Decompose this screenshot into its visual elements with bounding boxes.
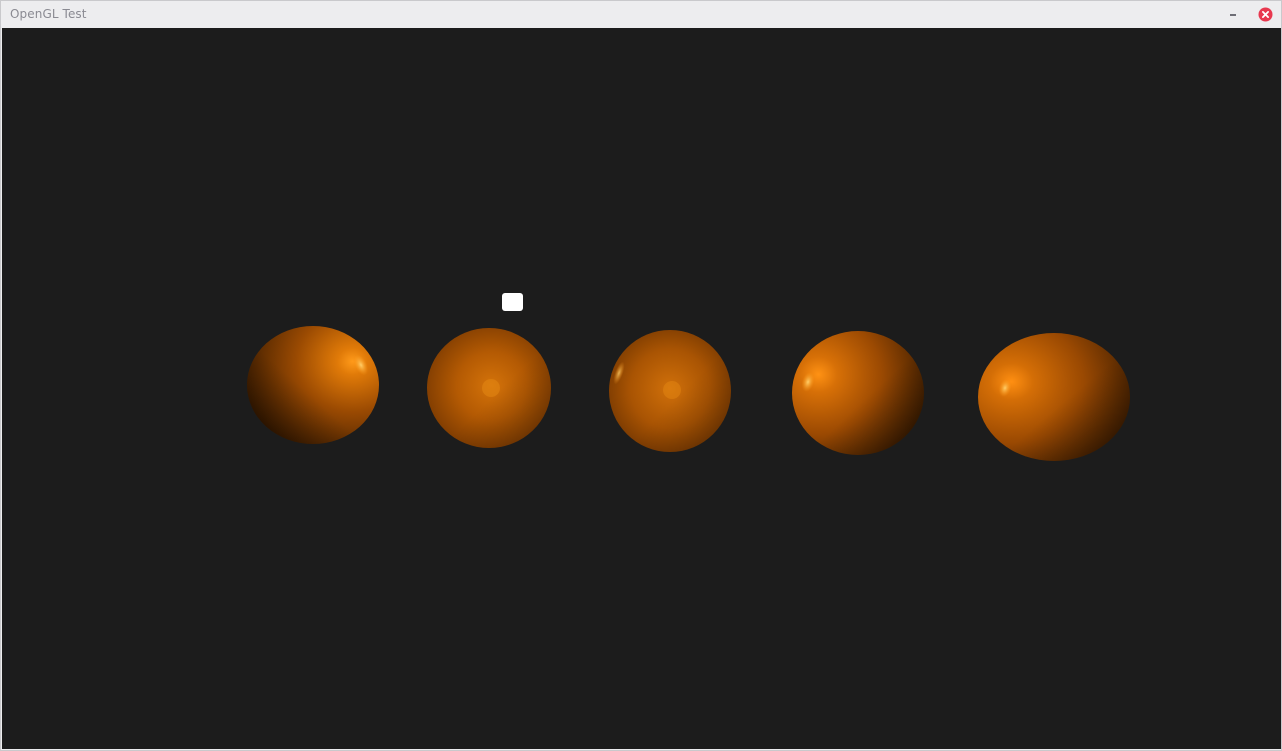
sphere-1	[247, 326, 379, 444]
opengl-viewport[interactable]	[2, 28, 1281, 749]
scene-canvas	[247, 293, 1130, 461]
sphere-2	[427, 328, 551, 448]
title-bar[interactable]: OpenGL Test	[1, 1, 1281, 28]
sphere-5	[978, 333, 1130, 461]
light-source	[502, 293, 523, 311]
sphere-3	[609, 330, 731, 452]
close-icon	[1258, 7, 1273, 22]
sphere-4	[792, 331, 924, 455]
close-button[interactable]	[1258, 7, 1273, 22]
minimize-button[interactable]	[1225, 7, 1241, 23]
window-title: OpenGL Test	[10, 7, 87, 21]
app-window: OpenGL Test	[0, 0, 1282, 751]
